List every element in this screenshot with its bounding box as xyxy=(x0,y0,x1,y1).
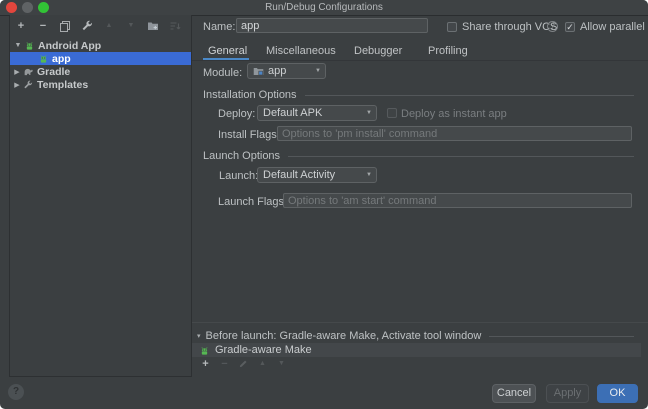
remove-configuration-icon[interactable]: − xyxy=(37,20,49,32)
sort-configurations-icon[interactable] xyxy=(169,20,181,32)
tree-item-label: Gradle xyxy=(37,66,70,78)
before-launch-header[interactable]: ▾ Before launch: Gradle-aware Make, Acti… xyxy=(197,330,634,342)
edit-task-pencil-icon[interactable] xyxy=(238,358,249,369)
cancel-button[interactable]: Cancel xyxy=(492,384,536,403)
create-folder-icon[interactable] xyxy=(147,20,159,32)
configurations-tree: ▼ Android App app ▶ Gradle ▶ xyxy=(10,39,191,91)
launch-value: Default Activity xyxy=(263,169,335,181)
before-launch-task-row[interactable]: Gradle-aware Make xyxy=(192,343,641,357)
module-dropdown[interactable]: app ▼ xyxy=(247,63,326,79)
share-through-vcs-checkbox[interactable] xyxy=(447,22,457,32)
android-icon xyxy=(23,40,35,52)
chevron-down-icon: ▼ xyxy=(366,172,372,178)
name-label: Name: xyxy=(203,21,235,33)
chevron-down-icon: ▼ xyxy=(315,68,321,74)
launch-label: Launch: xyxy=(219,170,258,182)
launch-flags-input[interactable] xyxy=(283,193,632,208)
deploy-dropdown[interactable]: Default APK ▼ xyxy=(257,105,377,121)
ok-button[interactable]: OK xyxy=(597,384,638,403)
vcs-help-icon[interactable]: ? xyxy=(547,21,558,32)
launch-flags-label: Launch Flags: xyxy=(218,196,287,208)
deploy-as-instant-app-checkbox[interactable] xyxy=(387,108,397,118)
move-task-down-icon[interactable]: ▼ xyxy=(276,358,287,369)
before-launch-task-label: Gradle-aware Make xyxy=(215,344,312,356)
expand-arrow-icon[interactable]: ▼ xyxy=(13,42,23,49)
module-label: Module: xyxy=(203,67,242,79)
header-rule xyxy=(489,336,634,337)
tab-profiling[interactable]: Profiling xyxy=(428,45,468,57)
tree-item-label: app xyxy=(52,53,71,65)
tab-miscellaneous[interactable]: Miscellaneous xyxy=(266,45,336,57)
move-up-icon[interactable]: ▲ xyxy=(103,20,115,32)
deploy-as-instant-app-label: Deploy as instant app xyxy=(401,108,507,120)
gradle-icon xyxy=(22,66,34,78)
share-through-vcs-label: Share through VCS xyxy=(462,21,557,33)
add-configuration-icon[interactable]: + xyxy=(15,20,27,32)
title-bar: Run/Debug Configurations xyxy=(0,0,648,16)
install-flags-label: Install Flags: xyxy=(218,129,280,141)
apply-button[interactable]: Apply xyxy=(546,384,589,403)
module-value: app xyxy=(268,65,286,77)
copy-configuration-icon[interactable] xyxy=(59,20,71,32)
before-launch-title: Before launch: Gradle-aware Make, Activa… xyxy=(206,330,482,342)
header-rule xyxy=(305,95,634,96)
launch-dropdown[interactable]: Default Activity ▼ xyxy=(257,167,377,183)
tree-item-label: Templates xyxy=(37,79,88,91)
tree-item-templates[interactable]: ▶ Templates xyxy=(10,78,191,91)
android-icon xyxy=(37,53,49,65)
tab-debugger[interactable]: Debugger xyxy=(354,45,402,57)
deploy-value: Default APK xyxy=(263,107,322,119)
remove-task-icon[interactable]: − xyxy=(219,358,230,369)
collapse-arrow-icon: ▾ xyxy=(197,332,201,340)
deploy-label: Deploy: xyxy=(218,108,255,120)
before-launch-divider xyxy=(192,322,648,323)
add-task-icon[interactable]: + xyxy=(200,358,211,369)
window-title: Run/Debug Configurations xyxy=(0,0,648,15)
configurations-panel: + − ▲ ▼ ▼ Android App xyxy=(9,15,192,377)
collapse-arrow-icon[interactable]: ▶ xyxy=(12,81,22,89)
before-launch-toolbar: + − ▲ ▼ xyxy=(200,357,287,370)
tab-general[interactable]: General xyxy=(208,45,247,57)
installation-options-header: Installation Options xyxy=(203,89,634,101)
header-rule xyxy=(288,156,634,157)
run-debug-configurations-dialog: Run/Debug Configurations + − ▲ ▼ ▼ xyxy=(0,0,648,409)
android-icon xyxy=(198,344,210,356)
tree-item-label: Android App xyxy=(38,40,101,52)
configurations-toolbar: + − ▲ ▼ xyxy=(10,18,191,34)
tree-item-gradle[interactable]: ▶ Gradle xyxy=(10,65,191,78)
edit-defaults-wrench-icon[interactable] xyxy=(81,20,93,32)
tab-bar-divider xyxy=(192,60,648,61)
tree-item-android-app[interactable]: ▼ Android App xyxy=(10,39,191,52)
module-folder-icon xyxy=(253,66,264,77)
allow-parallel-run-label: Allow parallel run xyxy=(580,21,648,33)
tree-item-app-selected[interactable]: app xyxy=(10,52,191,65)
chevron-down-icon: ▼ xyxy=(366,110,372,116)
help-button[interactable]: ? xyxy=(8,384,24,400)
wrench-icon xyxy=(22,79,34,91)
collapse-arrow-icon[interactable]: ▶ xyxy=(12,68,22,76)
launch-options-header: Launch Options xyxy=(203,150,634,162)
move-task-up-icon[interactable]: ▲ xyxy=(257,358,268,369)
check-icon: ✓ xyxy=(566,23,574,31)
install-flags-input[interactable] xyxy=(277,126,632,141)
allow-parallel-run-checkbox[interactable]: ✓ xyxy=(565,22,575,32)
move-down-icon[interactable]: ▼ xyxy=(125,20,137,32)
name-input[interactable] xyxy=(236,18,428,33)
